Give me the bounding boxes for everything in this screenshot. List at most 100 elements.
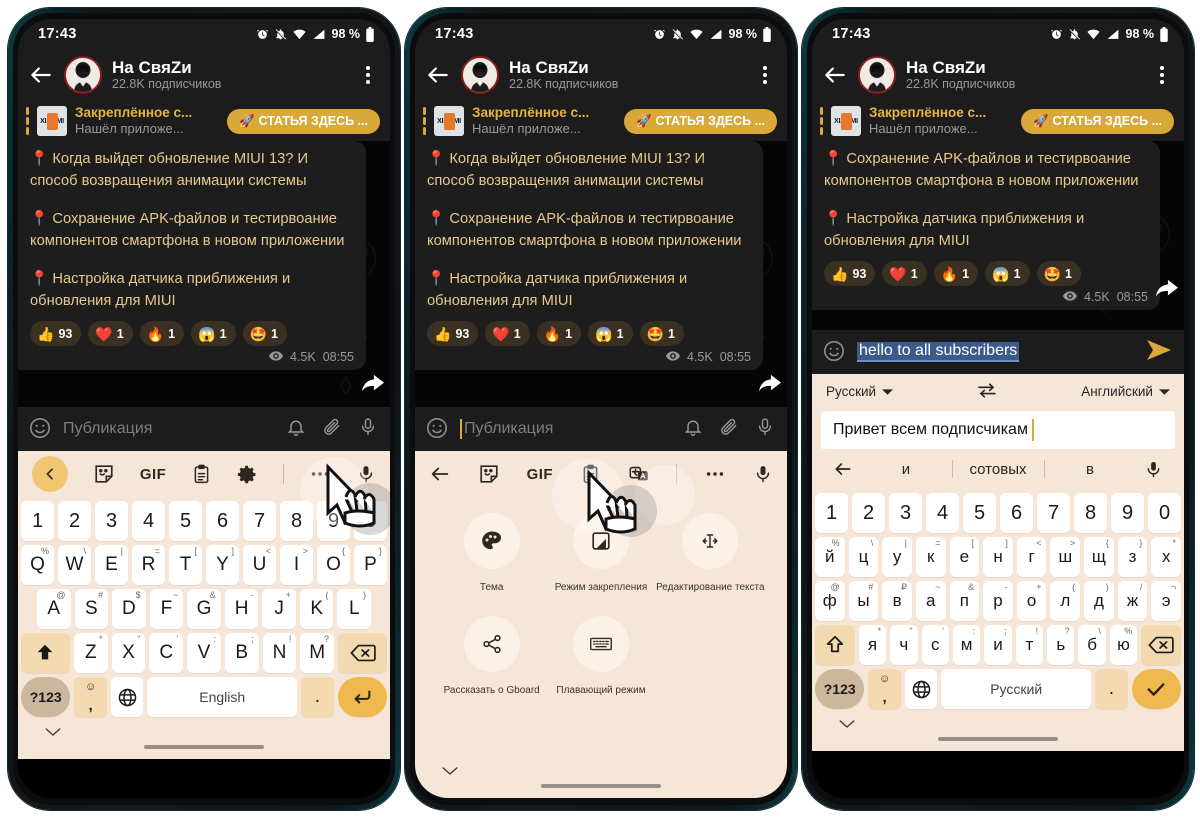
- gif-icon[interactable]: GIF: [527, 466, 554, 483]
- overflow-menu-icon[interactable]: [755, 66, 775, 84]
- reaction-chip[interactable]: 👍 93: [427, 321, 479, 346]
- reaction-chip[interactable]: 🤩 1: [639, 321, 684, 346]
- keyboard-key[interactable]: и;: [984, 625, 1012, 665]
- keyboard-key[interactable]: N!: [262, 633, 297, 673]
- sticker-icon[interactable]: [93, 463, 115, 485]
- symbols-key[interactable]: ?123: [815, 669, 865, 709]
- keyboard-key[interactable]: O{: [317, 545, 350, 585]
- keyboard-key[interactable]: 5: [169, 501, 202, 541]
- emoji-icon[interactable]: [28, 416, 54, 442]
- keyboard-key[interactable]: L): [337, 589, 372, 629]
- message-bubble[interactable]: 📍 Сохранение APK-файлов и тестирвоание к…: [812, 141, 1160, 310]
- back-arrow-icon[interactable]: [28, 62, 54, 88]
- period-key[interactable]: .: [1095, 669, 1128, 709]
- keyboard-key[interactable]: P}: [354, 545, 387, 585]
- symbols-key[interactable]: ?123: [21, 677, 71, 717]
- back-arrow-icon[interactable]: [425, 62, 451, 88]
- keyboard-key[interactable]: 9: [1111, 493, 1144, 533]
- keyboard-key[interactable]: т!: [1015, 625, 1044, 665]
- keyboard-key[interactable]: э ¬: [1151, 581, 1182, 621]
- send-icon[interactable]: [1146, 339, 1172, 366]
- keyboard-key[interactable]: о +: [1016, 581, 1047, 621]
- menu-item-floating-mode[interactable]: Плавающий режим: [546, 616, 655, 697]
- keyboard-key[interactable]: W \: [58, 545, 91, 585]
- keyboard-key[interactable]: 1: [21, 501, 54, 541]
- target-language-select[interactable]: Английский: [1081, 384, 1170, 399]
- keyboard-key[interactable]: S #: [74, 589, 109, 629]
- overflow-menu-icon[interactable]: [358, 66, 378, 84]
- shift-key[interactable]: [21, 633, 70, 673]
- composer-input[interactable]: Публикация: [54, 420, 286, 438]
- reaction-chip[interactable]: 🔥 1: [139, 321, 185, 346]
- back-arrow-icon[interactable]: [822, 62, 848, 88]
- reaction-chip[interactable]: ❤️ 1: [882, 261, 927, 286]
- keyboard-key[interactable]: 2: [852, 493, 885, 533]
- keyboard-key[interactable]: у |: [882, 537, 912, 577]
- keyboard-key[interactable]: 1: [815, 493, 848, 533]
- forward-icon[interactable]: [1156, 279, 1178, 304]
- reaction-chip[interactable]: 👍 93: [824, 261, 876, 286]
- backspace-key[interactable]: [338, 633, 387, 673]
- bell-icon[interactable]: [683, 417, 703, 442]
- forward-icon[interactable]: [759, 374, 781, 399]
- keyboard-key[interactable]: R =: [132, 545, 165, 585]
- keyboard-key[interactable]: 8: [1074, 493, 1107, 533]
- menu-item-text-edit[interactable]: Редактирование текста: [656, 513, 765, 594]
- reaction-chip[interactable]: 😱 1: [985, 261, 1030, 286]
- keyboard-key[interactable]: ю%: [1109, 625, 1138, 665]
- keyboard-key[interactable]: 2: [58, 501, 91, 541]
- mic-icon[interactable]: [755, 417, 775, 442]
- enter-key[interactable]: [337, 677, 387, 717]
- keyboard-key[interactable]: T[: [169, 545, 202, 585]
- chevron-down-icon[interactable]: [441, 764, 459, 782]
- keyboard-key[interactable]: р-: [983, 581, 1013, 621]
- space-key[interactable]: Русский: [941, 669, 1092, 709]
- sticker-icon[interactable]: [478, 463, 500, 485]
- keyboard-key[interactable]: D $: [112, 589, 146, 629]
- pinned-cta-button[interactable]: 🚀 СТАТЬЯ ЗДЕСЬ ...: [227, 108, 380, 134]
- reaction-chip[interactable]: ❤️ 1: [88, 321, 133, 346]
- keyboard-key[interactable]: G &: [187, 589, 221, 629]
- swap-languages-icon[interactable]: [976, 382, 998, 401]
- overflow-menu-icon[interactable]: [1152, 66, 1172, 84]
- keyboard-key[interactable]: л(: [1050, 581, 1081, 621]
- keyboard-key[interactable]: E |: [95, 545, 128, 585]
- keyboard-key[interactable]: X ": [111, 633, 146, 673]
- avatar[interactable]: [461, 56, 499, 94]
- keyboard-key[interactable]: U <: [243, 545, 276, 585]
- keyboard-key[interactable]: V:: [187, 633, 221, 673]
- suggestion-chip[interactable]: и: [860, 461, 952, 478]
- comma-key[interactable]: ☺ ,: [868, 669, 901, 709]
- keyboard-key[interactable]: д): [1084, 581, 1114, 621]
- composer-input[interactable]: hello to all subscribers: [848, 342, 1146, 362]
- chevron-left-icon[interactable]: [32, 456, 68, 492]
- suggestion-chip[interactable]: в: [1044, 461, 1136, 478]
- keyboard-key[interactable]: 6: [206, 501, 239, 541]
- mic-icon[interactable]: [753, 464, 773, 484]
- shift-key[interactable]: [815, 625, 855, 665]
- selected-text[interactable]: hello to all subscribers: [857, 342, 1020, 362]
- forward-icon[interactable]: [362, 374, 384, 399]
- keyboard-key[interactable]: C ': [149, 633, 184, 673]
- keyboard-key[interactable]: х *: [1151, 537, 1182, 577]
- suggestion-chip[interactable]: сотовых: [952, 461, 1044, 478]
- bell-icon[interactable]: [286, 417, 306, 442]
- gear-icon[interactable]: [237, 464, 258, 485]
- period-key[interactable]: .: [301, 677, 334, 717]
- message-composer[interactable]: Публикация: [18, 407, 390, 451]
- keyboard-key[interactable]: г <: [1016, 537, 1047, 577]
- globe-icon[interactable]: [110, 677, 144, 717]
- keyboard-key[interactable]: F ~: [149, 589, 184, 629]
- keyboard-key[interactable]: ч ": [890, 625, 918, 665]
- back-arrow-icon[interactable]: [826, 459, 860, 479]
- keyboard-key[interactable]: з}: [1117, 537, 1148, 577]
- keyboard-key[interactable]: 3: [95, 501, 128, 541]
- comma-key[interactable]: ☺ ,: [74, 677, 107, 717]
- keyboard-key[interactable]: 0: [1148, 493, 1181, 533]
- keyboard-key[interactable]: я *: [858, 625, 887, 665]
- keyboard-key[interactable]: Z *: [73, 633, 108, 673]
- keyboard-key[interactable]: 5: [963, 493, 996, 533]
- mic-icon[interactable]: [358, 417, 378, 442]
- keyboard-key[interactable]: п &: [949, 581, 980, 621]
- pinned-message-bar[interactable]: XIAOMI Закреплённое с... Нашёл приложе..…: [18, 101, 390, 141]
